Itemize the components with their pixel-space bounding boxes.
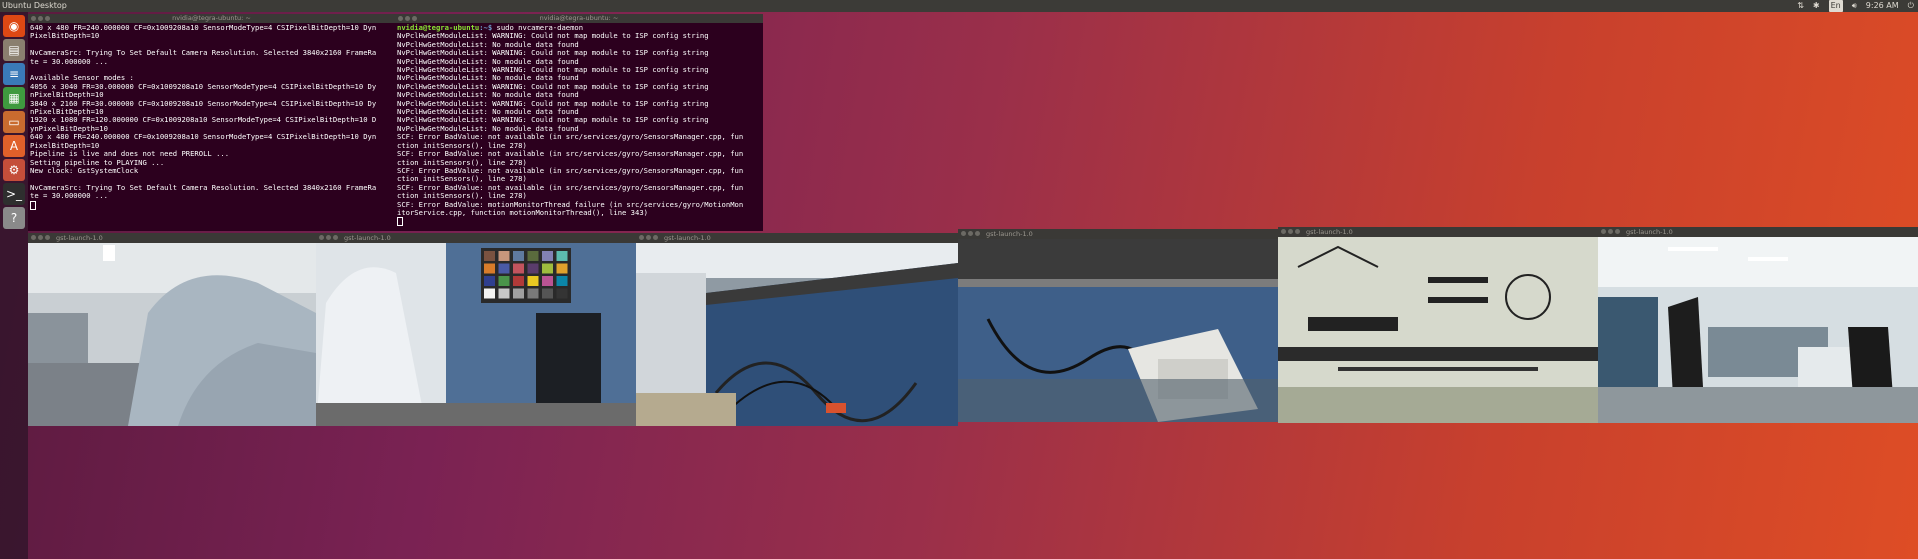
terminal-output[interactable]: 640 x 480 FR=240.000000 CF=0x1009208a10 …	[28, 23, 395, 210]
close-button[interactable]	[319, 235, 324, 240]
network-icon[interactable]: ⇅	[1797, 0, 1804, 12]
terminal-window[interactable]: nvidia@tegra-ubuntu: ~ 640 x 480 FR=240.…	[28, 14, 395, 231]
minimize-button[interactable]	[1288, 229, 1293, 234]
video-window[interactable]: gst-launch-1.0	[316, 233, 636, 426]
terminal-line: te = 30.000000 ...	[30, 56, 108, 66]
window-title: nvidia@tegra-ubuntu: ~	[172, 14, 251, 22]
power-icon[interactable]: ⏻	[1908, 0, 1914, 12]
close-button[interactable]	[961, 231, 966, 236]
window-titlebar[interactable]: gst-launch-1.0	[958, 229, 1278, 239]
camera-feed	[1598, 237, 1918, 423]
help-icon[interactable]: ?	[3, 207, 25, 229]
window-title: nvidia@tegra-ubuntu: ~	[539, 14, 619, 22]
minimize-button[interactable]	[38, 235, 43, 240]
window-title: gst-launch-1.0	[664, 234, 711, 242]
camera-feed	[316, 243, 636, 426]
maximize-button[interactable]	[975, 231, 980, 236]
maximize-button[interactable]	[45, 235, 50, 240]
top-panel: Ubuntu Desktop ⇅ ✱ En 🔊︎ 9:26 AM ⏻	[0, 0, 1918, 12]
camera-feed	[28, 243, 316, 426]
terminal-line: New clock: GstSystemClock	[30, 165, 139, 175]
bluetooth-icon[interactable]: ✱	[1813, 0, 1820, 12]
indicator-area: ⇅ ✱ En 🔊︎ 9:26 AM ⏻	[1797, 0, 1914, 12]
system-settings-icon[interactable]: ⚙	[3, 159, 25, 181]
close-button[interactable]	[1601, 229, 1606, 234]
window-title: gst-launch-1.0	[56, 234, 103, 242]
minimize-button[interactable]	[968, 231, 973, 236]
window-title: gst-launch-1.0	[344, 234, 391, 242]
video-window[interactable]: gst-launch-1.0	[958, 229, 1278, 422]
camera-feed	[636, 243, 958, 426]
terminal-line: te = 30.000000 ...	[30, 191, 108, 201]
video-window[interactable]: gst-launch-1.0	[1598, 227, 1918, 423]
panel-title: Ubuntu Desktop	[2, 1, 67, 10]
window-titlebar[interactable]: gst-launch-1.0	[1598, 227, 1918, 237]
maximize-button[interactable]	[1615, 229, 1620, 234]
terminal-icon[interactable]: >_	[3, 183, 25, 205]
volume-icon[interactable]: 🔊︎	[1852, 0, 1857, 12]
terminal-cursor	[30, 200, 36, 210]
minimize-button[interactable]	[1608, 229, 1613, 234]
camera-feed	[1278, 237, 1598, 423]
window-title: gst-launch-1.0	[1626, 228, 1673, 236]
software-center-icon[interactable]: A	[3, 135, 25, 157]
maximize-button[interactable]	[333, 235, 338, 240]
window-titlebar[interactable]: gst-launch-1.0	[1278, 227, 1598, 237]
libreoffice-writer-icon[interactable]: ≡	[3, 63, 25, 85]
ubuntu-dash-icon[interactable]: ◉	[3, 15, 25, 37]
terminal-cursor	[397, 217, 403, 227]
maximize-button[interactable]	[1295, 229, 1300, 234]
maximize-button[interactable]	[653, 235, 658, 240]
close-button[interactable]	[639, 235, 644, 240]
terminal-output[interactable]: nvidia@tegra-ubuntu:~$ sudo nvcamera-dae…	[395, 23, 763, 227]
window-titlebar[interactable]: gst-launch-1.0	[28, 233, 316, 243]
camera-feed	[958, 239, 1278, 422]
video-window[interactable]: gst-launch-1.0	[28, 233, 316, 426]
launcher: ◉ ▤ ≡ ▦ ▭ A ⚙ >_?	[0, 12, 28, 559]
window-title: gst-launch-1.0	[986, 230, 1033, 238]
window-titlebar[interactable]: gst-launch-1.0	[316, 233, 636, 243]
minimize-button[interactable]	[646, 235, 651, 240]
keyboard-layout-indicator[interactable]: En	[1828, 0, 1843, 12]
clock[interactable]: 9:26 AM	[1866, 0, 1899, 12]
libreoffice-calc-icon[interactable]: ▦	[3, 87, 25, 109]
close-button[interactable]	[1281, 229, 1286, 234]
minimize-button[interactable]	[326, 235, 331, 240]
window-titlebar[interactable]: gst-launch-1.0	[636, 233, 958, 243]
video-window[interactable]: gst-launch-1.0	[636, 233, 958, 426]
files-icon[interactable]: ▤	[3, 39, 25, 61]
window-titlebar[interactable]: nvidia@tegra-ubuntu: ~	[28, 14, 395, 23]
close-button[interactable]	[31, 235, 36, 240]
terminal-line: PixelBitDepth=10	[30, 31, 100, 41]
libreoffice-impress-icon[interactable]: ▭	[3, 111, 25, 133]
window-title: gst-launch-1.0	[1306, 228, 1353, 236]
terminal-window[interactable]: nvidia@tegra-ubuntu: ~ nvidia@tegra-ubun…	[395, 14, 763, 231]
window-titlebar[interactable]: nvidia@tegra-ubuntu: ~	[395, 14, 763, 23]
terminal-line: itorService.cpp, function motionMonitorT…	[397, 207, 648, 217]
video-window[interactable]: gst-launch-1.0	[1278, 227, 1598, 423]
